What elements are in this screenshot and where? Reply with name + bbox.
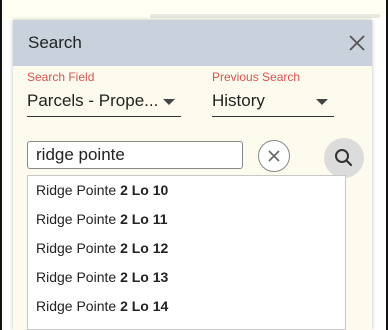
close-icon-glyph: [349, 35, 365, 51]
search-field-label: Search Field: [27, 70, 95, 84]
chevron-down-icon: [316, 99, 328, 105]
suggestion-item[interactable]: Ridge Pointe 2 Lo 14: [28, 292, 345, 321]
search-field-select[interactable]: Parcels - Prope...: [27, 86, 181, 117]
suggestion-prefix: Ridge Pointe: [36, 269, 121, 285]
search-icon: [335, 149, 353, 167]
suggestion-match: 2 Lo 10: [120, 182, 169, 198]
suggestion-prefix: Ridge Pointe: [36, 240, 121, 256]
suggestions-dropdown: Ridge Pointe 2 Lo 10 Ridge Pointe 2 Lo 1…: [27, 175, 346, 330]
panel-title: Search: [28, 33, 82, 52]
suggestion-item[interactable]: Ridge Pointe 2 Lo 13: [28, 263, 345, 292]
clear-search-button[interactable]: [258, 140, 290, 172]
panel-header: Search: [13, 20, 372, 66]
suggestion-item[interactable]: Ridge Pointe 2 Lo 10: [28, 176, 345, 205]
suggestion-match: 2 Lo 12: [120, 240, 169, 256]
suggestion-match: 2 Lo 13: [120, 269, 169, 285]
suggestion-item[interactable]: Ridge Pointe 2 Lo 12: [28, 234, 345, 263]
close-icon[interactable]: [344, 30, 370, 56]
background-shadow: [150, 14, 380, 18]
clear-x-icon: [268, 150, 280, 162]
window-border-left: [0, 0, 2, 330]
search-field-value: Parcels - Prope...: [27, 91, 159, 110]
suggestion-match: 2 Lo 11: [120, 211, 168, 227]
previous-search-label: Previous Search: [212, 70, 301, 84]
suggestion-match: 2 Lo 14: [120, 298, 169, 314]
suggestion-prefix: Ridge Pointe: [36, 298, 121, 314]
chevron-down-icon: [163, 99, 175, 105]
suggestion-item[interactable]: Ridge Pointe 2 Lo 11: [28, 205, 345, 234]
search-panel: Search Search Field Parcels - Prope... P…: [13, 20, 372, 330]
suggestion-prefix: Ridge Pointe: [36, 211, 121, 227]
search-button[interactable]: [324, 138, 364, 178]
previous-search-select[interactable]: History: [212, 86, 334, 117]
suggestion-prefix: Ridge Pointe: [36, 182, 121, 198]
previous-search-value: History: [212, 91, 265, 110]
search-input[interactable]: [27, 141, 243, 169]
